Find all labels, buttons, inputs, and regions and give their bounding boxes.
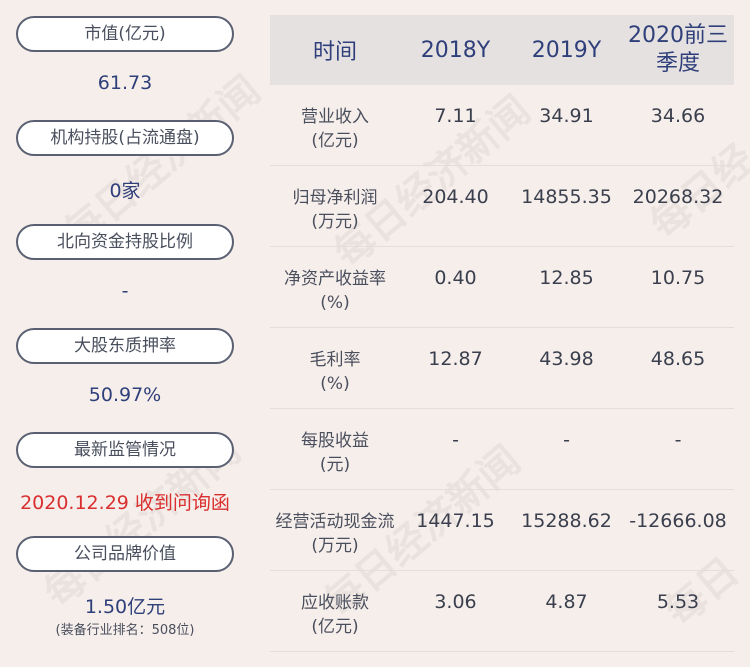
table-header: 时间 2018Y 2019Y 2020前三季度 (270, 15, 734, 85)
table-cell: 15288.62 (521, 510, 612, 532)
table-cell: 1447.15 (416, 510, 495, 532)
header-2020q3: 2020前三季度 (628, 23, 728, 76)
regulatory-status-label: 最新监管情况 (16, 432, 234, 468)
table-row: 经营活动现金流 (万元) 1447.15 15288.62 -12666.08 (270, 490, 734, 571)
northbound-ratio-value: - (121, 280, 129, 302)
row-label: 净资产收益率 (%) (284, 269, 386, 313)
table-cell: 48.65 (650, 348, 706, 370)
financial-table: 时间 2018Y 2019Y 2020前三季度 营业收入 (亿元) 7.11 34… (270, 15, 734, 652)
table-cell: 0.40 (434, 267, 477, 289)
brand-value-label: 公司品牌价值 (16, 536, 234, 572)
header-2019: 2019Y (531, 37, 602, 63)
table-cell: 43.98 (539, 348, 594, 370)
table-row: 每股收益 (元) - - - (270, 409, 734, 490)
row-label: 应收账款 (亿元) (301, 593, 369, 637)
table-cell: - (674, 429, 682, 451)
brand-rank-note: (装备行业排名：508位) (55, 623, 195, 638)
table-row: 归母净利润 (万元) 204.40 14855.35 20268.32 (270, 166, 734, 247)
row-label: 每股收益 (元) (301, 431, 369, 475)
table-cell: 3.06 (434, 591, 477, 613)
table-cell: 34.91 (539, 105, 594, 127)
table-cell: -12666.08 (629, 510, 727, 532)
pledge-rate-label: 大股东质押率 (16, 328, 234, 364)
institution-holding-label: 机构持股(占流通盘) (16, 120, 234, 156)
pledge-rate-value: 50.97% (88, 384, 162, 406)
table-cell: 12.85 (539, 267, 594, 289)
northbound-ratio-label: 北向资金持股比例 (16, 224, 234, 260)
row-label: 营业收入 (亿元) (301, 107, 369, 151)
header-period: 时间 (312, 40, 357, 65)
table-cell: 12.87 (428, 348, 483, 370)
table-row: 净资产收益率 (%) 0.40 12.85 10.75 (270, 247, 734, 328)
table-cell: 4.87 (545, 591, 588, 613)
table-cell: 204.40 (422, 186, 489, 208)
table-cell: 14855.35 (521, 186, 612, 208)
table-cell: - (452, 429, 459, 451)
market-cap-label: 市值(亿元) (16, 16, 234, 52)
row-label: 毛利率 (%) (309, 350, 361, 394)
brand-value-value: 1.50亿元 (84, 596, 166, 618)
table-cell: 10.75 (650, 267, 706, 289)
institution-holding-value: 0家 (109, 180, 141, 202)
market-cap-value: 61.73 (97, 72, 153, 94)
table-row: 应收账款 (亿元) 3.06 4.87 5.53 (270, 571, 734, 652)
table-cell: 20268.32 (632, 186, 724, 208)
table-cell: 7.11 (434, 105, 477, 127)
table-row: 营业收入 (亿元) 7.11 34.91 34.66 (270, 85, 734, 166)
table-cell: - (563, 429, 570, 451)
row-label: 经营活动现金流 (万元) (275, 512, 395, 556)
header-2018: 2018Y (420, 37, 491, 63)
row-label: 归母净利润 (万元) (292, 188, 378, 232)
stock-info-panel: 市值(亿元) 61.73 机构持股(占流通盘) 0家 北向资金持股比例 - 大股… (0, 0, 250, 667)
regulatory-status-value: 2020.12.29 收到问询函 (20, 492, 230, 514)
table-row: 毛利率 (%) 12.87 43.98 48.65 (270, 328, 734, 409)
table-cell: 5.53 (656, 591, 700, 613)
table-cell: 34.66 (650, 105, 706, 127)
